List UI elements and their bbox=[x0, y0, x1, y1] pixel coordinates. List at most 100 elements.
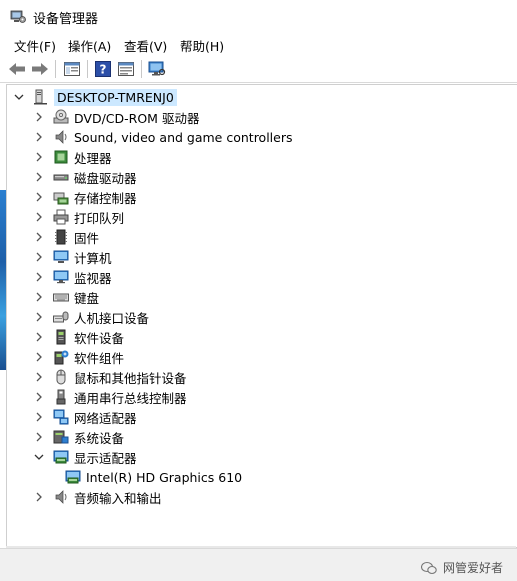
expand-chevron-icon[interactable] bbox=[33, 207, 45, 227]
category-item[interactable]: 人机接口设备 bbox=[33, 307, 149, 327]
expand-chevron-icon[interactable] bbox=[33, 307, 45, 327]
tree-item-label: 显示适配器 bbox=[74, 450, 137, 466]
expand-chevron-icon[interactable] bbox=[33, 347, 45, 367]
monitor-icon bbox=[53, 269, 69, 285]
expand-chevron-icon[interactable] bbox=[33, 287, 45, 307]
category-item[interactable]: 磁盘驱动器 bbox=[33, 167, 137, 187]
tree-item-label: Sound, video and game controllers bbox=[74, 129, 293, 145]
display-adapter-icon bbox=[65, 469, 81, 485]
mouse-icon bbox=[53, 369, 69, 385]
tree-item-label: 音频输入和输出 bbox=[74, 490, 162, 506]
properties-icon[interactable] bbox=[115, 58, 137, 80]
speaker-icon bbox=[53, 129, 69, 145]
toolbar-separator bbox=[141, 60, 142, 78]
watermark: 网管爱好者 bbox=[420, 559, 503, 576]
device-tree: DESKTOP-TMRENJ0 DVD/CD-ROM 驱动器 Sound, vid… bbox=[6, 84, 517, 548]
category-item[interactable]: 计算机 bbox=[33, 247, 112, 267]
toolbar: ? bbox=[0, 55, 517, 83]
tree-item-label: DVD/CD-ROM 驱动器 bbox=[74, 110, 200, 126]
category-item[interactable]: Sound, video and game controllers bbox=[33, 127, 293, 147]
expand-chevron-icon[interactable] bbox=[33, 427, 45, 447]
title-bar: 设备管理器 bbox=[0, 0, 517, 32]
keyboard-icon bbox=[53, 289, 69, 305]
tree-item-label: 计算机 bbox=[74, 250, 112, 266]
category-item[interactable]: 通用串行总线控制器 bbox=[33, 387, 187, 407]
show-hide-console-tree-icon[interactable] bbox=[61, 58, 83, 80]
expand-chevron-icon[interactable] bbox=[33, 387, 45, 407]
computer-icon bbox=[33, 89, 49, 105]
category-item[interactable]: DVD/CD-ROM 驱动器 bbox=[33, 107, 199, 127]
tree-item-label: 处理器 bbox=[74, 150, 112, 166]
tree-root[interactable]: DESKTOP-TMRENJ0 bbox=[13, 87, 177, 107]
tree-item-label: 通用串行总线控制器 bbox=[74, 390, 187, 406]
scan-hardware-changes-icon[interactable] bbox=[146, 58, 168, 80]
expand-chevron-icon[interactable] bbox=[33, 367, 45, 387]
expand-chevron-icon[interactable] bbox=[33, 227, 45, 247]
menu-help[interactable]: 帮助(H) bbox=[180, 36, 224, 55]
tree-item-label: 键盘 bbox=[74, 290, 100, 306]
expand-chevron-icon[interactable] bbox=[33, 167, 45, 187]
menu-bar: 文件(F) 操作(A) 查看(V) 帮助(H) bbox=[0, 32, 517, 54]
expand-chevron-icon[interactable] bbox=[33, 407, 45, 427]
menu-file[interactable]: 文件(F) bbox=[14, 36, 56, 55]
collapse-chevron-icon[interactable] bbox=[13, 87, 25, 107]
collapse-chevron-icon[interactable] bbox=[33, 447, 45, 467]
speaker-icon bbox=[53, 489, 69, 505]
watermark-text: 网管爱好者 bbox=[442, 561, 503, 575]
expand-chevron-icon[interactable] bbox=[33, 147, 45, 167]
tree-item-label: 打印队列 bbox=[74, 210, 125, 226]
tree-item-label: 人机接口设备 bbox=[74, 310, 150, 326]
toolbar-separator bbox=[55, 60, 56, 78]
processor-icon bbox=[53, 149, 69, 165]
category-item[interactable]: 网络适配器 bbox=[33, 407, 137, 427]
dvd-drive-icon bbox=[53, 109, 69, 125]
menu-view[interactable]: 查看(V) bbox=[124, 36, 167, 55]
device-manager-window: 设备管理器 文件(F) 操作(A) 查看(V) 帮助(H) ? DESKTOP-… bbox=[0, 0, 517, 581]
expand-chevron-icon[interactable] bbox=[33, 247, 45, 267]
category-item[interactable]: 存储控制器 bbox=[33, 187, 137, 207]
wechat-icon bbox=[420, 561, 437, 575]
tree-item-label: 系统设备 bbox=[74, 430, 125, 446]
category-item[interactable]: 音频输入和输出 bbox=[33, 487, 162, 507]
expand-chevron-icon[interactable] bbox=[33, 107, 45, 127]
storage-controller-icon bbox=[53, 189, 69, 205]
tree-item-label: 鼠标和其他指针设备 bbox=[74, 370, 187, 386]
firmware-icon bbox=[53, 229, 69, 245]
tree-item-label: 存储控制器 bbox=[74, 190, 137, 206]
category-item[interactable]: 系统设备 bbox=[33, 427, 124, 447]
device-manager-app-icon bbox=[10, 8, 26, 24]
help-icon[interactable]: ? bbox=[92, 58, 114, 80]
tree-item-label: 监视器 bbox=[74, 270, 112, 286]
expand-chevron-icon[interactable] bbox=[33, 487, 45, 507]
printer-icon bbox=[53, 209, 69, 225]
computer-icon bbox=[53, 249, 69, 265]
expand-chevron-icon[interactable] bbox=[33, 187, 45, 207]
disk-drive-icon bbox=[53, 169, 69, 185]
expand-chevron-icon[interactable] bbox=[33, 127, 45, 147]
expand-chevron-icon[interactable] bbox=[33, 327, 45, 347]
computer-name: DESKTOP-TMRENJ0 bbox=[54, 88, 177, 106]
display-adapter-icon bbox=[53, 449, 69, 465]
device-item[interactable]: Intel(R) HD Graphics 610 bbox=[65, 467, 242, 487]
category-item[interactable]: 软件设备 bbox=[33, 327, 124, 347]
network-adapter-icon bbox=[53, 409, 69, 425]
category-item[interactable]: 鼠标和其他指针设备 bbox=[33, 367, 187, 387]
category-item[interactable]: 键盘 bbox=[33, 287, 99, 307]
tree-item-label: 磁盘驱动器 bbox=[74, 170, 137, 186]
software-component-icon bbox=[53, 349, 69, 365]
expand-chevron-icon[interactable] bbox=[33, 267, 45, 287]
category-item[interactable]: 打印队列 bbox=[33, 207, 124, 227]
hid-icon bbox=[53, 309, 69, 325]
category-item[interactable]: 显示适配器 bbox=[33, 447, 137, 467]
category-item[interactable]: 固件 bbox=[33, 227, 99, 247]
menu-action[interactable]: 操作(A) bbox=[68, 36, 111, 55]
category-item[interactable]: 监视器 bbox=[33, 267, 112, 287]
tree-item-label: Intel(R) HD Graphics 610 bbox=[86, 469, 243, 485]
software-device-icon bbox=[53, 329, 69, 345]
system-device-icon bbox=[53, 429, 69, 445]
category-item[interactable]: 处理器 bbox=[33, 147, 112, 167]
category-item[interactable]: 软件组件 bbox=[33, 347, 124, 367]
toolbar-separator bbox=[87, 60, 88, 78]
forward-arrow-icon[interactable] bbox=[29, 58, 51, 80]
back-arrow-icon[interactable] bbox=[6, 58, 28, 80]
